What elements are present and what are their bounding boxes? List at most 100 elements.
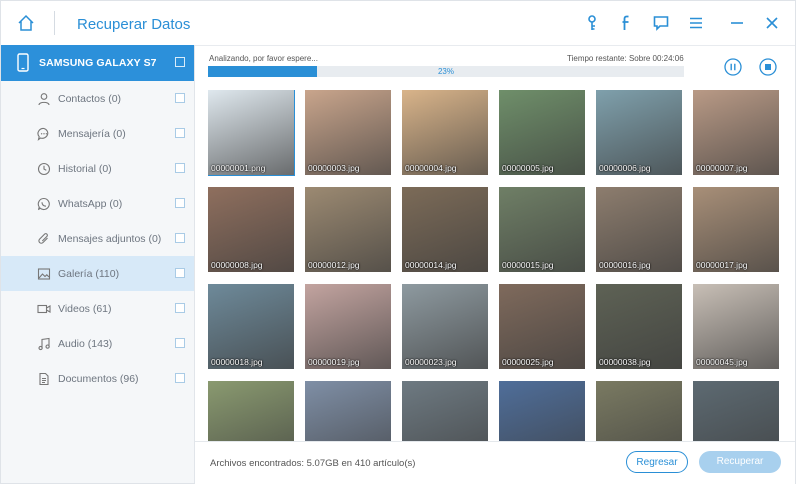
photo-thumbnail[interactable]: 00000016.jpg xyxy=(596,187,682,272)
sidebar-item-galeria[interactable]: Galería (110) xyxy=(1,256,194,291)
device-item[interactable]: SAMSUNG GALAXY S7 xyxy=(1,45,194,81)
thumbnail-image xyxy=(305,381,391,441)
thumbnail-filename: 00000014.jpg xyxy=(405,260,457,270)
photo-thumbnail[interactable]: 00000023.jpg xyxy=(402,284,488,369)
photo-thumbnail[interactable] xyxy=(499,381,585,441)
photo-thumbnail[interactable]: 00000005.jpg xyxy=(499,90,585,175)
thumbnail-image xyxy=(499,381,585,441)
app-window: Recuperar Datos SAMSUNG GALAXY S7 Contac… xyxy=(0,0,796,484)
gallery-icon xyxy=(37,267,51,281)
photo-thumbnail[interactable] xyxy=(402,381,488,441)
sidebar-item-label: Videos (61) xyxy=(58,303,112,315)
photo-thumbnail[interactable]: 00000008.jpg xyxy=(208,187,294,272)
photo-thumbnail[interactable]: 00000012.jpg xyxy=(305,187,391,272)
time-remaining: Tiempo restante: Sobre 00:24:06 xyxy=(567,54,684,63)
photo-thumbnail[interactable]: 00000025.jpg xyxy=(499,284,585,369)
thumbnail-filename: 00000019.jpg xyxy=(308,357,360,367)
document-icon xyxy=(37,372,51,386)
thumbnail-filename: 00000004.jpg xyxy=(405,163,457,173)
thumbnail-filename: 00000005.jpg xyxy=(502,163,554,173)
thumbnail-grid: 00000001.png 00000003.jpg 00000004.jpg 0000… xyxy=(208,90,781,441)
home-icon[interactable] xyxy=(15,12,37,34)
sidebar-checkbox[interactable] xyxy=(175,93,185,103)
chat-icon[interactable] xyxy=(651,13,671,33)
sidebar-item-videos[interactable]: Videos (61) xyxy=(1,291,194,326)
sidebar-checkbox[interactable] xyxy=(175,233,185,243)
thumbnail-filename: 00000015.jpg xyxy=(502,260,554,270)
device-name: SAMSUNG GALAXY S7 xyxy=(39,57,157,69)
thumbnail-image xyxy=(693,381,779,441)
key-icon[interactable] xyxy=(582,13,602,33)
sidebar-checkbox[interactable] xyxy=(175,268,185,278)
back-button[interactable]: Regresar xyxy=(626,451,688,473)
thumbnail-filename: 00000025.jpg xyxy=(502,357,554,367)
pause-icon xyxy=(724,58,742,76)
photo-thumbnail[interactable] xyxy=(596,381,682,441)
thumbnail-filename: 00000018.jpg xyxy=(211,357,263,367)
sidebar-item-contactos[interactable]: Contactos (0) xyxy=(1,81,194,116)
photo-thumbnail[interactable]: 00000015.jpg xyxy=(499,187,585,272)
thumbnail-image xyxy=(596,381,682,441)
sidebar-checkbox[interactable] xyxy=(175,163,185,173)
photo-thumbnail[interactable]: 00000018.jpg xyxy=(208,284,294,369)
photo-thumbnail[interactable]: 00000004.jpg xyxy=(402,90,488,175)
photo-thumbnail[interactable]: 00000014.jpg xyxy=(402,187,488,272)
photo-thumbnail[interactable]: 00000038.jpg xyxy=(596,284,682,369)
sidebar-item-historial[interactable]: Historial (0) xyxy=(1,151,194,186)
facebook-icon[interactable] xyxy=(616,13,636,33)
title-bar: Recuperar Datos xyxy=(1,1,795,46)
history-icon xyxy=(37,162,51,176)
sidebar-item-label: WhatsApp (0) xyxy=(58,198,123,210)
sidebar-checkbox[interactable] xyxy=(175,373,185,383)
stop-button[interactable] xyxy=(759,58,777,76)
sidebar-item-label: Documentos (96) xyxy=(58,373,139,385)
sidebar-item-mensajes-adjuntos[interactable]: Mensajes adjuntos (0) xyxy=(1,221,194,256)
menu-icon[interactable] xyxy=(686,13,706,33)
contact-icon xyxy=(37,92,51,106)
sidebar-item-documentos[interactable]: Documentos (96) xyxy=(1,361,194,396)
photo-thumbnail[interactable]: 00000019.jpg xyxy=(305,284,391,369)
attachment-icon xyxy=(37,232,51,246)
footer: Archivos encontrados: 5.07GB en 410 artí… xyxy=(195,441,795,484)
window-title: Recuperar Datos xyxy=(77,16,191,33)
sidebar: SAMSUNG GALAXY S7 Contactos (0) Mensajer… xyxy=(1,45,195,483)
files-found: Archivos encontrados: 5.07GB en 410 artí… xyxy=(210,458,416,469)
photo-thumbnail[interactable]: 00000017.jpg xyxy=(693,187,779,272)
thumbnail-filename: 00000007.jpg xyxy=(696,163,748,173)
pause-button[interactable] xyxy=(724,58,742,76)
sidebar-item-label: Audio (143) xyxy=(58,338,113,350)
whatsapp-icon xyxy=(37,197,51,211)
photo-thumbnail[interactable] xyxy=(208,381,294,441)
sidebar-item-label: Historial (0) xyxy=(58,163,112,175)
video-icon xyxy=(37,302,51,316)
sidebar-item-whatsapp[interactable]: WhatsApp (0) xyxy=(1,186,194,221)
sidebar-item-audio[interactable]: Audio (143) xyxy=(1,326,194,361)
sidebar-item-label: Mensajería (0) xyxy=(58,128,126,140)
audio-icon xyxy=(37,337,51,351)
minimize-icon[interactable] xyxy=(727,13,747,33)
photo-thumbnail[interactable]: 00000001.png xyxy=(208,90,295,176)
recover-button[interactable]: Recuperar xyxy=(699,451,781,473)
photo-thumbnail[interactable] xyxy=(693,381,779,441)
scan-status: Analizando, por favor espere... xyxy=(209,54,318,63)
photo-thumbnail[interactable]: 00000007.jpg xyxy=(693,90,779,175)
sidebar-checkbox[interactable] xyxy=(175,198,185,208)
photo-thumbnail[interactable]: 00000006.jpg xyxy=(596,90,682,175)
thumbnail-filename: 00000003.jpg xyxy=(308,163,360,173)
thumbnail-filename: 00000012.jpg xyxy=(308,260,360,270)
thumbnail-image xyxy=(402,381,488,441)
photo-thumbnail[interactable]: 00000003.jpg xyxy=(305,90,391,175)
title-divider xyxy=(54,11,55,35)
thumbnail-filename: 00000038.jpg xyxy=(599,357,651,367)
sidebar-checkbox[interactable] xyxy=(175,338,185,348)
sidebar-checkbox[interactable] xyxy=(175,303,185,313)
sidebar-item-mensajeria[interactable]: Mensajería (0) xyxy=(1,116,194,151)
sidebar-item-label: Mensajes adjuntos (0) xyxy=(58,233,162,245)
close-icon[interactable] xyxy=(762,13,782,33)
thumbnail-image xyxy=(208,381,294,441)
device-checkbox[interactable] xyxy=(175,57,185,67)
thumbnail-filename: 00000023.jpg xyxy=(405,357,457,367)
photo-thumbnail[interactable]: 00000045.jpg xyxy=(693,284,779,369)
photo-thumbnail[interactable] xyxy=(305,381,391,441)
sidebar-checkbox[interactable] xyxy=(175,128,185,138)
